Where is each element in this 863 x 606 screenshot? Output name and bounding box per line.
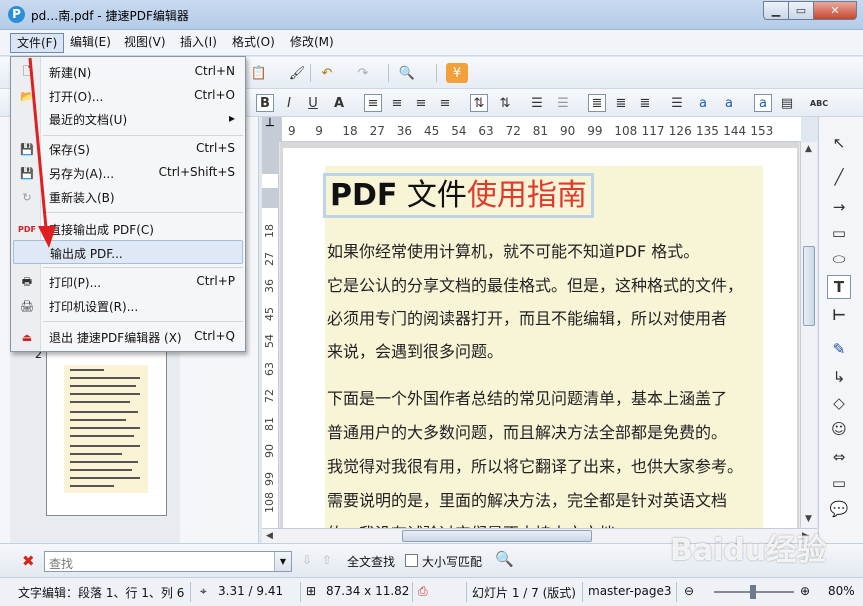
watermark: Baidu经验 — [670, 533, 827, 568]
annotation-arrow — [28, 57, 56, 248]
